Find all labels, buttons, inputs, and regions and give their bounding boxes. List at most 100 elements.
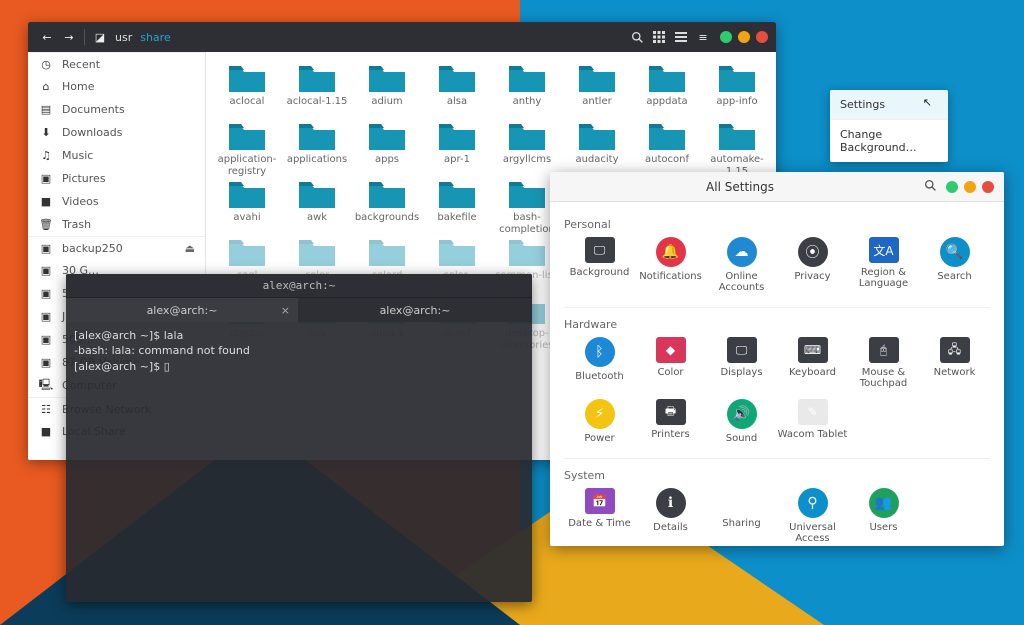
back-button[interactable]: ← (36, 26, 58, 48)
sidebar-icon: ▣ (38, 333, 54, 346)
folder-label: backgrounds (355, 212, 419, 236)
settings-icon-label: Color (657, 367, 683, 378)
folder-aclocal-1-15[interactable]: aclocal-1.15 (282, 62, 352, 120)
forward-button[interactable]: → (58, 26, 80, 48)
breadcrumb-current[interactable]: share (136, 31, 175, 44)
settings-power[interactable]: ⚡Power (564, 399, 635, 444)
folder-automake-1-15[interactable]: automake-1.15 (702, 120, 772, 178)
settings-universal-access[interactable]: ⚲Universal Access (777, 488, 848, 544)
folder-anthy[interactable]: anthy (492, 62, 562, 120)
folder-apps[interactable]: apps (352, 120, 422, 178)
sidebar-item-home[interactable]: ⌂Home (28, 75, 205, 98)
folder-bakefile[interactable]: bakefile (422, 178, 492, 236)
folder-application-registry[interactable]: application-registry (212, 120, 282, 178)
folder-label: apr-1 (444, 154, 470, 178)
sidebar-item-videos[interactable]: ■Videos (28, 190, 205, 213)
terminal-tab-label: alex@arch:~ (147, 304, 218, 317)
folder-label: avahi (233, 212, 260, 236)
folder-label: anthy (513, 96, 542, 120)
search-icon[interactable] (920, 179, 940, 195)
terminal-tab-1[interactable]: alex@arch:~ (299, 298, 532, 322)
folder-applications[interactable]: applications (282, 120, 352, 178)
disk-icon[interactable]: ◪ (89, 26, 111, 48)
settings-date-time[interactable]: 📅Date & Time (564, 488, 635, 544)
settings-wacom-tablet[interactable]: ✎Wacom Tablet (777, 399, 848, 444)
grid-view-icon[interactable] (648, 26, 670, 48)
sidebar-item-downloads[interactable]: ⬇Downloads (28, 121, 205, 144)
settings-details[interactable]: ℹDetails (635, 488, 706, 544)
settings-background[interactable]: 🖵Background (564, 237, 635, 293)
search-icon[interactable] (626, 26, 648, 48)
settings-search[interactable]: 🔍Search (919, 237, 990, 293)
settings-icon-label: Users (869, 522, 897, 533)
sidebar-item-label: Recent (54, 58, 195, 71)
settings-privacy[interactable]: ⦿ Privacy (777, 237, 848, 293)
folder-appdata[interactable]: appdata (632, 62, 702, 120)
sidebar-item-documents[interactable]: ▤Documents (28, 98, 205, 121)
menu-icon[interactable]: ≡ (692, 26, 714, 48)
window-minimize[interactable] (946, 181, 958, 193)
folder-apr-1[interactable]: apr-1 (422, 120, 492, 178)
settings-color[interactable]: ◆ Color (635, 337, 706, 389)
window-close[interactable] (982, 181, 994, 193)
settings-icon: ◆ (656, 337, 686, 363)
folder-alsa[interactable]: alsa (422, 62, 492, 120)
terminal-content[interactable]: [alex@arch ~]$ lala -bash: lala: command… (66, 322, 532, 380)
sidebar-icon: ▣ (38, 264, 54, 277)
settings-sound[interactable]: 🔊Sound (706, 399, 777, 444)
settings-displays[interactable]: 🖵Displays (706, 337, 777, 389)
settings-mouse-touchpad[interactable]: 🖰Mouse & Touchpad (848, 337, 919, 389)
context-settings[interactable]: Settings ↖ (830, 90, 948, 119)
folder-label: applications (287, 154, 347, 178)
settings-bluetooth[interactable]: ᛒBluetooth (564, 337, 635, 389)
sidebar-item-backup250[interactable]: ▣backup250⏏ (28, 236, 205, 259)
folder-antler[interactable]: antler (562, 62, 632, 120)
window-minimize[interactable] (720, 31, 732, 43)
cursor-icon: ↖ (923, 96, 932, 109)
context-change-background[interactable]: Change Background… (830, 120, 948, 162)
settings-printers[interactable]: 🖶Printers (635, 399, 706, 444)
settings-region-language[interactable]: 文ARegion & Language (848, 237, 919, 293)
settings-icon-label: Privacy (794, 271, 830, 282)
sidebar-item-trash[interactable]: 🗑Trash (28, 213, 205, 236)
terminal-tab-0[interactable]: alex@arch:~ × (66, 298, 299, 322)
sidebar-icon: ☷ (38, 403, 54, 416)
sidebar-item-recent[interactable]: ◷Recent (28, 52, 205, 75)
settings-icon-label: Sharing (722, 518, 760, 529)
folder-audacity[interactable]: audacity (562, 120, 632, 178)
section-personal-label: Personal (564, 218, 990, 231)
folder-aclocal[interactable]: aclocal (212, 62, 282, 120)
settings-keyboard[interactable]: ⌨Keyboard (777, 337, 848, 389)
settings-icon-label: Printers (651, 429, 689, 440)
eject-icon[interactable]: ⏏ (185, 242, 195, 255)
sidebar-item-music[interactable]: ♫Music (28, 144, 205, 167)
folder-autoconf[interactable]: autoconf (632, 120, 702, 178)
folder-awk[interactable]: awk (282, 178, 352, 236)
settings-sharing[interactable]: ␥Sharing (706, 488, 777, 544)
settings-network[interactable]: 🖧Network (919, 337, 990, 389)
settings-icon-label: Date & Time (568, 518, 631, 529)
settings-icon: 🔊 (727, 399, 757, 429)
settings-icon: ⦿ (798, 237, 828, 267)
settings-online-accounts[interactable]: ☁Online Accounts (706, 237, 777, 293)
list-view-icon[interactable] (670, 26, 692, 48)
window-maximize[interactable] (964, 181, 976, 193)
breadcrumb-root[interactable]: usr (111, 31, 136, 44)
settings-titlebar: All Settings (550, 172, 1004, 202)
tab-close-icon[interactable]: × (281, 304, 290, 317)
folder-avahi[interactable]: avahi (212, 178, 282, 236)
settings-icon-label: Bluetooth (575, 371, 624, 382)
folder-adium[interactable]: adium (352, 62, 422, 120)
folder-label: app-info (716, 96, 757, 120)
folder-app-info[interactable]: app-info (702, 62, 772, 120)
folder-label: bakefile (437, 212, 476, 236)
folder-argyllcms[interactable]: argyllcms (492, 120, 562, 178)
settings-notifications[interactable]: 🔔Notifications (635, 237, 706, 293)
folder-label: application-registry (214, 154, 280, 178)
window-maximize[interactable] (738, 31, 750, 43)
sidebar-item-pictures[interactable]: ▣Pictures (28, 167, 205, 190)
settings-icon: ☁ (727, 237, 757, 267)
settings-users[interactable]: 👥Users (848, 488, 919, 544)
window-close[interactable] (756, 31, 768, 43)
folder-backgrounds[interactable]: backgrounds (352, 178, 422, 236)
